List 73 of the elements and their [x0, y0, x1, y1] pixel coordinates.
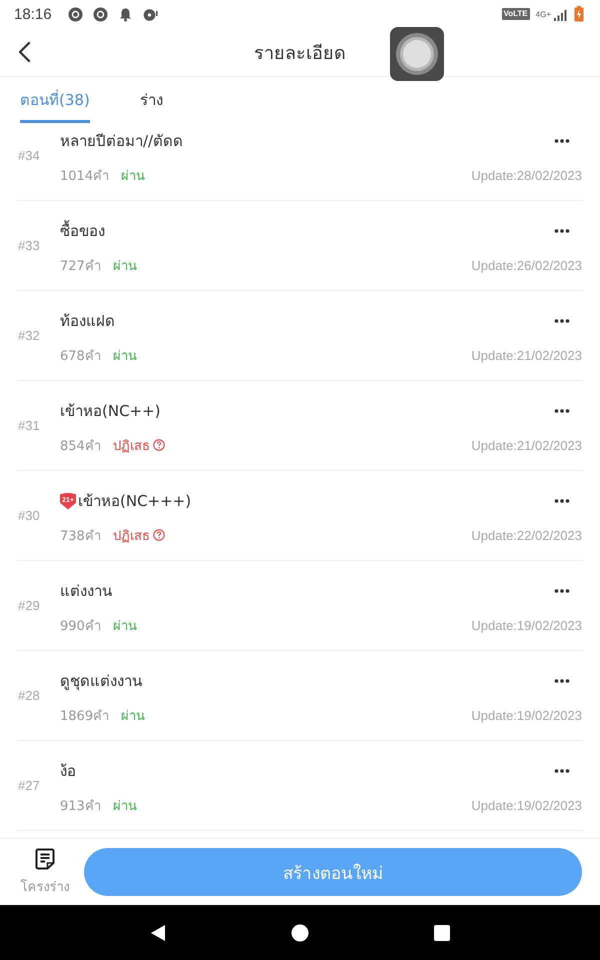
word-count: 913คำ	[60, 798, 101, 816]
word-count: 727คำ	[60, 258, 101, 276]
help-icon[interactable]	[152, 439, 165, 451]
chapter-title: หลายปีต่อมา//ตัดด	[60, 131, 184, 152]
status-label: ผ่าน	[112, 798, 137, 816]
chapter-number: #34	[18, 148, 40, 163]
update-date: Update:26/02/2023	[471, 258, 582, 272]
status-label: ผ่าน	[121, 168, 146, 186]
word-count: 1014คำ	[60, 168, 110, 186]
word-count: 738คำ	[60, 528, 101, 546]
volte-indicator: VoLTE	[502, 8, 530, 20]
chapter-row[interactable]: #31 เข้าหอ(NC++) 854คำ ปฏิเสธ Update:21/02/2023	[18, 381, 582, 471]
tab[interactable]: ร่าง	[140, 77, 163, 123]
disc-icon	[142, 6, 158, 22]
more-icon[interactable]	[554, 228, 570, 234]
more-icon[interactable]	[554, 408, 570, 414]
chapter-title: เข้าหอ(NC++)	[60, 401, 161, 422]
chapter-row[interactable]: #27 ง้อ 913คำ ผ่าน Update:19/02/2023	[18, 741, 582, 831]
chapter-row[interactable]: #32 ท้องแฝด 678คำ ผ่าน Update:21/02/2023	[18, 291, 582, 381]
chapter-title: ดูชุดแต่งงาน	[60, 671, 142, 692]
network-type: 4G+	[536, 10, 551, 18]
chapter-number: #28	[18, 688, 40, 703]
more-icon[interactable]	[554, 318, 570, 324]
recents-nav-icon[interactable]	[433, 924, 451, 942]
page-title: รายละเอียด	[254, 42, 346, 66]
status-time: 18:16	[14, 6, 52, 22]
word-count: 854คำ	[60, 438, 101, 456]
status-label: ผ่าน	[112, 348, 137, 366]
bell-icon	[118, 6, 133, 22]
floating-button[interactable]	[390, 27, 444, 81]
chapter-title: เข้าหอ(NC+++)	[78, 491, 192, 512]
status-label: ผ่าน	[121, 708, 146, 726]
chapter-title: แต่งงาน	[60, 581, 112, 602]
chapter-title: ง้อ	[60, 761, 76, 782]
battery-icon	[574, 6, 584, 22]
more-icon[interactable]	[554, 678, 570, 684]
status-label: ปฏิเสธ	[112, 528, 150, 546]
chapter-number: #33	[18, 238, 40, 253]
status-label: ผ่าน	[112, 618, 137, 636]
chapter-title: ท้องแฝด	[60, 311, 115, 332]
update-date: Update:19/02/2023	[471, 798, 582, 812]
update-date: Update:19/02/2023	[471, 708, 582, 722]
word-count: 990คำ	[60, 618, 101, 636]
document-icon	[35, 848, 55, 870]
chapter-number: #27	[18, 778, 40, 793]
status-label: ผ่าน	[112, 258, 137, 276]
back-nav-icon[interactable]	[149, 924, 167, 942]
update-date: Update:28/02/2023	[471, 168, 582, 182]
status-label: ปฏิเสธ	[112, 438, 150, 456]
update-date: Update:21/02/2023	[471, 348, 582, 362]
update-date: Update:22/02/2023	[471, 528, 582, 542]
help-icon[interactable]	[152, 529, 165, 541]
update-date: Update:21/02/2023	[471, 438, 582, 452]
circle-logo-icon	[92, 6, 108, 22]
chapter-number: #32	[18, 328, 40, 343]
chapter-number: #29	[18, 598, 40, 613]
more-icon[interactable]	[554, 588, 570, 594]
chapter-row[interactable]: #33 ซื้อของ 727คำ ผ่าน Update:26/02/2023	[18, 201, 582, 291]
chapter-number: #31	[18, 418, 40, 433]
word-count: 678คำ	[60, 348, 101, 366]
more-icon[interactable]	[554, 138, 570, 144]
circle-logo-icon	[68, 6, 83, 22]
update-date: Update:19/02/2023	[471, 618, 582, 632]
chapter-title: ซื้อของ	[60, 219, 105, 242]
home-nav-icon[interactable]	[291, 924, 309, 942]
chapter-number: #30	[18, 508, 40, 523]
chapter-row[interactable]: #29 แต่งงาน 990คำ ผ่าน Update:19/02/2023	[18, 561, 582, 651]
chapter-row[interactable]: #28 ดูชุดแต่งงาน 1869คำ ผ่าน Update:19/02/2023	[18, 651, 582, 741]
more-icon[interactable]	[554, 768, 570, 774]
more-icon[interactable]	[554, 498, 570, 504]
chapter-row[interactable]: #34 หลายปีต่อมา//ตัดด 1014คำ ผ่าน Update:28/02/2023	[18, 123, 582, 201]
back-chevron-icon	[17, 41, 31, 63]
word-count: 1869คำ	[60, 708, 110, 726]
